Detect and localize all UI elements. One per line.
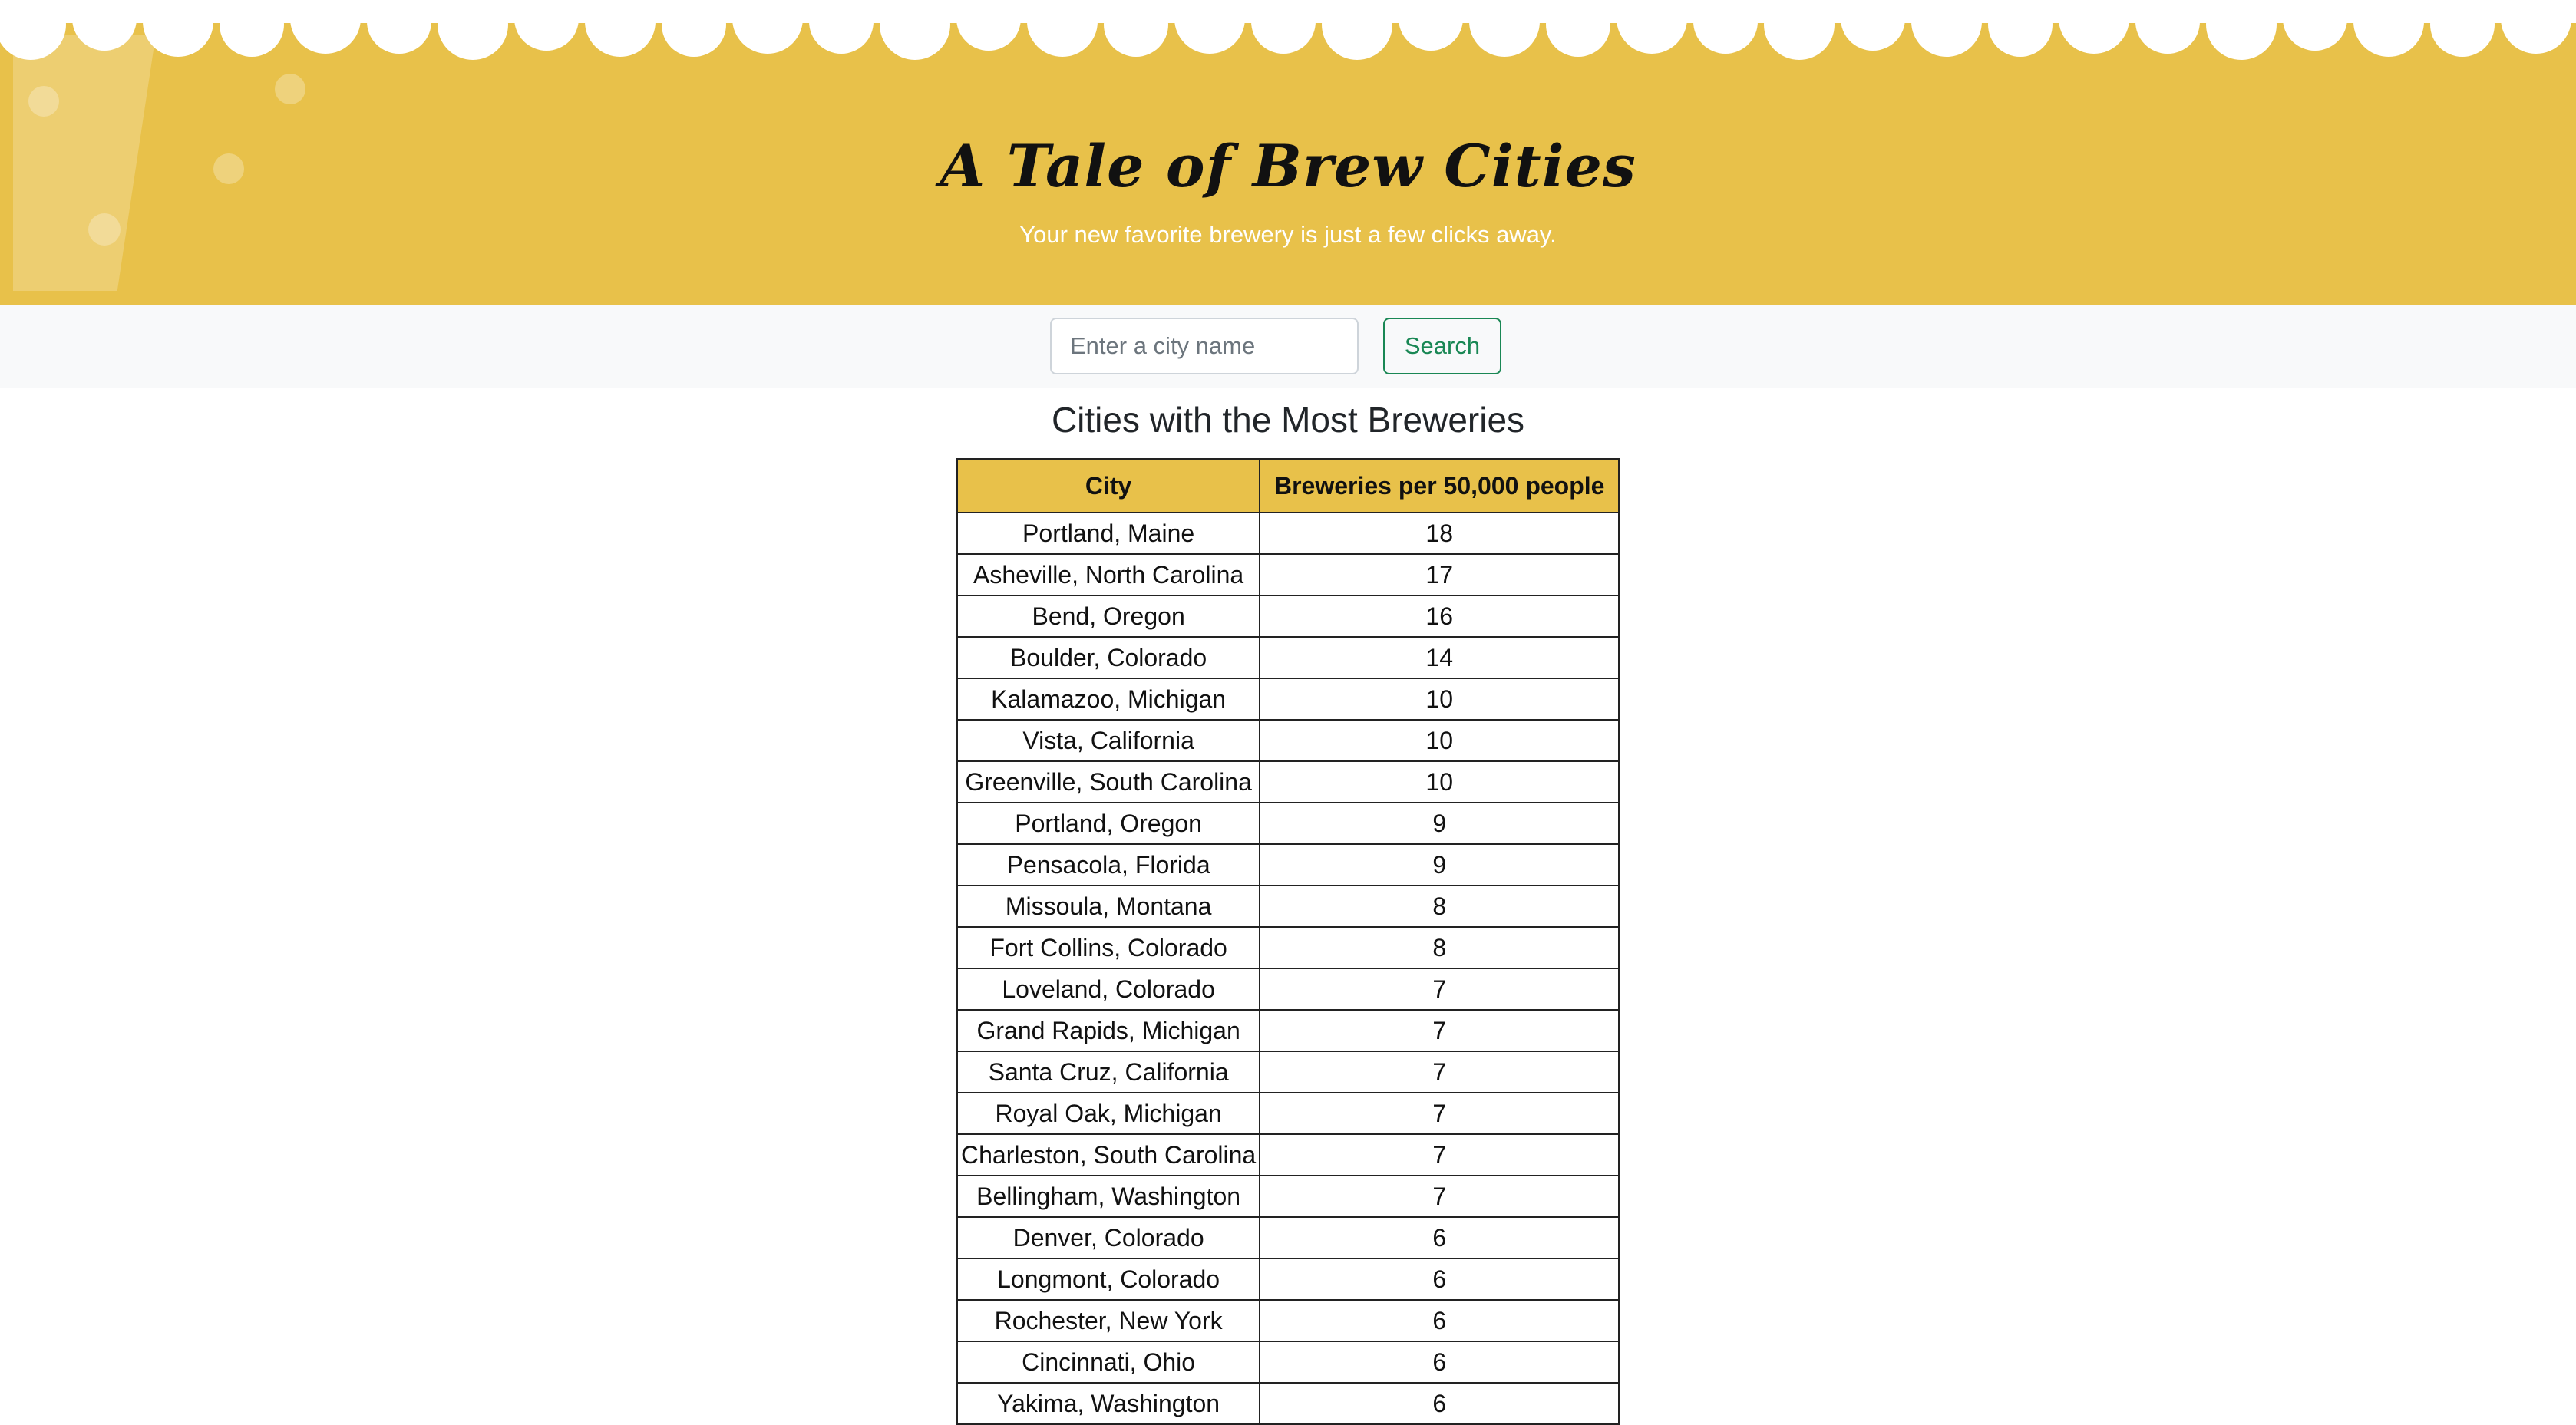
cell-breweries-count: 17: [1259, 553, 1620, 596]
cell-city: Missoula, Montana: [956, 885, 1261, 928]
page-title: A Tale of Brew Cities: [940, 132, 1636, 200]
foam-border: [0, 0, 2576, 60]
table-row: Missoula, Montana 8: [956, 885, 1620, 928]
cell-breweries-count: 10: [1259, 760, 1620, 803]
cell-breweries-count: 8: [1259, 926, 1620, 969]
table-row: Bend, Oregon 16: [956, 595, 1620, 638]
cell-city: Loveland, Colorado: [956, 968, 1261, 1011]
cell-breweries-count: 6: [1259, 1299, 1620, 1342]
cell-breweries-count: 10: [1259, 719, 1620, 762]
table-row: Fort Collins, Colorado 8: [956, 926, 1620, 969]
search-button[interactable]: Search: [1383, 318, 1501, 374]
cell-breweries-count: 6: [1259, 1341, 1620, 1384]
cell-breweries-count: 9: [1259, 843, 1620, 886]
table-row: Portland, Oregon 9: [956, 802, 1620, 845]
table-row: Asheville, North Carolina 17: [956, 553, 1620, 596]
cell-breweries-count: 6: [1259, 1216, 1620, 1259]
cell-city: Bellingham, Washington: [956, 1175, 1261, 1218]
cell-breweries-count: 10: [1259, 678, 1620, 721]
cell-city: Fort Collins, Colorado: [956, 926, 1261, 969]
cell-breweries-count: 16: [1259, 595, 1620, 638]
table-row: Boulder, Colorado 14: [956, 636, 1620, 679]
table-row: Santa Cruz, California 7: [956, 1051, 1620, 1093]
cell-city: Boulder, Colorado: [956, 636, 1261, 679]
table-row: Denver, Colorado 6: [956, 1216, 1620, 1259]
cell-city: Bend, Oregon: [956, 595, 1261, 638]
cell-breweries-count: 7: [1259, 1092, 1620, 1135]
header-banner: A Tale of Brew Cities Your new favorite …: [0, 0, 2576, 305]
cell-city: Asheville, North Carolina: [956, 553, 1261, 596]
table-row: Bellingham, Washington 7: [956, 1175, 1620, 1218]
table-row: Charleston, South Carolina 7: [956, 1133, 1620, 1176]
cell-breweries-count: 7: [1259, 1175, 1620, 1218]
cell-city: Denver, Colorado: [956, 1216, 1261, 1259]
cell-city: Greenville, South Carolina: [956, 760, 1261, 803]
table-row: Kalamazoo, Michigan 10: [956, 678, 1620, 721]
city-search-input[interactable]: [1050, 318, 1359, 374]
cell-breweries-count: 6: [1259, 1258, 1620, 1301]
table-header-row: City Breweries per 50,000 people: [956, 458, 1620, 513]
cell-city: Cincinnati, Ohio: [956, 1341, 1261, 1384]
table-row: Greenville, South Carolina 10: [956, 760, 1620, 803]
table-row: Pensacola, Florida 9: [956, 843, 1620, 886]
cell-breweries-count: 7: [1259, 1009, 1620, 1052]
breweries-table-container: City Breweries per 50,000 people Portlan…: [956, 458, 1620, 1425]
bubble: [28, 86, 59, 117]
table-row: Grand Rapids, Michigan 7: [956, 1009, 1620, 1052]
column-header-city: City: [956, 458, 1261, 513]
table-row: Rochester, New York 6: [956, 1299, 1620, 1342]
table-body: Portland, Maine 18 Asheville, North Caroli…: [956, 512, 1620, 1425]
cell-breweries-count: 7: [1259, 968, 1620, 1011]
cell-city: Pensacola, Florida: [956, 843, 1261, 886]
table-row: Cincinnati, Ohio 6: [956, 1341, 1620, 1384]
cell-breweries-count: 8: [1259, 885, 1620, 928]
cell-breweries-count: 7: [1259, 1051, 1620, 1093]
table-row: Loveland, Colorado 7: [956, 968, 1620, 1011]
cell-breweries-count: 14: [1259, 636, 1620, 679]
cell-city: Kalamazoo, Michigan: [956, 678, 1261, 721]
cell-city: Rochester, New York: [956, 1299, 1261, 1342]
table-row: Longmont, Colorado 6: [956, 1258, 1620, 1301]
cell-city: Longmont, Colorado: [956, 1258, 1261, 1301]
cell-city: Portland, Oregon: [956, 802, 1261, 845]
cell-city: Santa Cruz, California: [956, 1051, 1261, 1093]
bubble: [275, 74, 305, 104]
cell-city: Grand Rapids, Michigan: [956, 1009, 1261, 1052]
cell-city: Royal Oak, Michigan: [956, 1092, 1261, 1135]
page-subtitle: Your new favorite brewery is just a few …: [1019, 221, 1557, 248]
cell-city: Portland, Maine: [956, 512, 1261, 555]
table-row: Royal Oak, Michigan 7: [956, 1092, 1620, 1135]
cell-city: Charleston, South Carolina: [956, 1133, 1261, 1176]
breweries-table: City Breweries per 50,000 people Portlan…: [956, 458, 1620, 1425]
cell-breweries-count: 9: [1259, 802, 1620, 845]
table-title: Cities with the Most Breweries: [1051, 400, 1525, 440]
column-header-breweries: Breweries per 50,000 people: [1259, 458, 1620, 513]
cell-city: Vista, California: [956, 719, 1261, 762]
table-row: Vista, California 10: [956, 719, 1620, 762]
search-bar: Search: [0, 305, 2576, 388]
cell-breweries-count: 7: [1259, 1133, 1620, 1176]
cell-breweries-count: 18: [1259, 512, 1620, 555]
table-row: Portland, Maine 18: [956, 512, 1620, 555]
